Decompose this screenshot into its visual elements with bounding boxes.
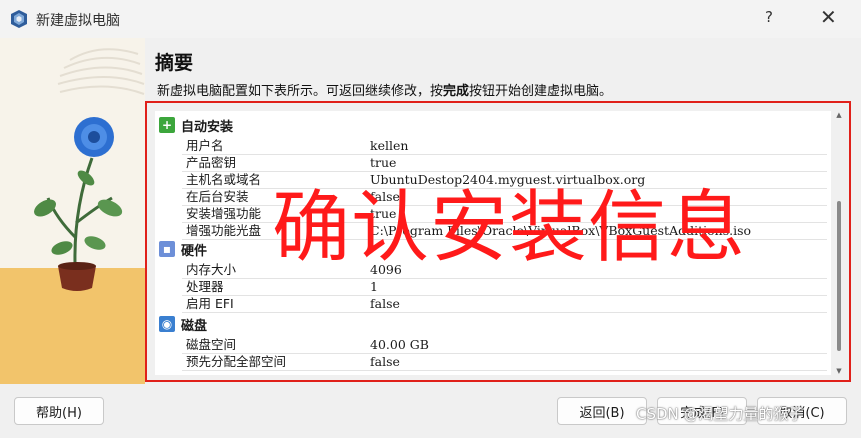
table-row[interactable]: 用户名 kellen <box>182 137 827 155</box>
table-row[interactable]: 产品密钥 true <box>182 154 827 172</box>
page-title: 摘要 <box>155 52 194 74</box>
scroll-down-icon[interactable]: ▼ <box>835 367 843 375</box>
title-bar: 新建虚拟电脑 ? ✕ <box>0 0 861 38</box>
help-icon[interactable]: ? <box>765 8 773 26</box>
table-row[interactable]: 处理器 1 <box>182 278 827 296</box>
scrollbar-thumb[interactable] <box>837 201 841 351</box>
scroll-up-icon[interactable]: ▲ <box>835 111 843 119</box>
section-unattended[interactable]: + 自动安装 <box>159 115 233 135</box>
help-button[interactable]: 帮助(H) <box>14 397 104 425</box>
annotation-overlay-text: 确认安装信息 <box>272 183 747 273</box>
disk-icon: ◉ <box>159 316 175 332</box>
table-row[interactable]: 启用 EFI false <box>182 295 827 313</box>
close-icon[interactable]: ✕ <box>820 5 837 29</box>
green-plus-icon: + <box>159 117 175 133</box>
vertical-scrollbar[interactable]: ▲ ▼ <box>835 111 843 375</box>
window-title: 新建虚拟电脑 <box>36 13 120 29</box>
section-hardware[interactable]: ▪ 硬件 <box>159 239 207 259</box>
watermark: CSDN @渴望力量的猴子 <box>636 405 804 423</box>
chip-icon: ▪ <box>159 241 175 257</box>
table-row[interactable]: 预先分配全部空间 false <box>182 353 827 371</box>
virtualbox-icon <box>9 9 29 29</box>
section-disk[interactable]: ◉ 磁盘 <box>159 314 207 334</box>
page-description: 新虚拟电脑配置如下表所示。可返回继续修改，按完成按钮开始创建虚拟电脑。 <box>157 84 613 99</box>
table-row[interactable]: 磁盘空间 40.00 GB <box>182 336 827 354</box>
wizard-illustration <box>0 38 145 384</box>
back-button[interactable]: 返回(B) <box>557 397 647 425</box>
